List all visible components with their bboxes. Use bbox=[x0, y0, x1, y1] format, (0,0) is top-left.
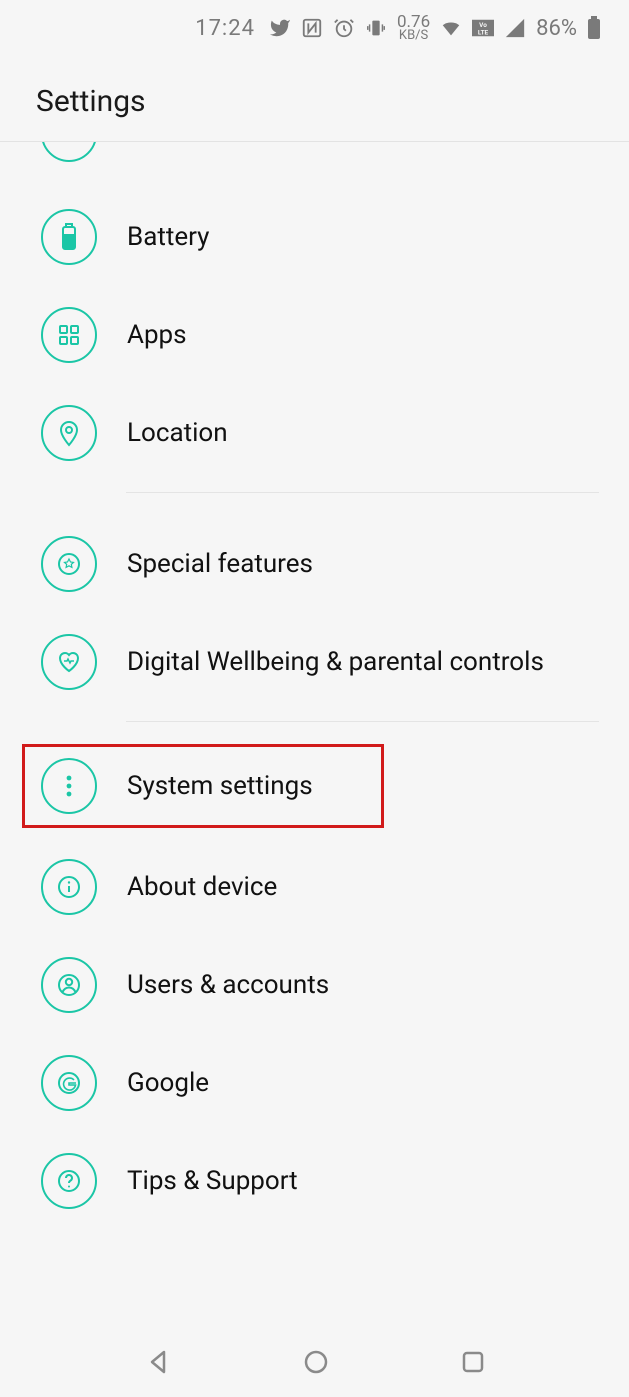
settings-item-label: Apps bbox=[127, 320, 187, 350]
settings-item-label: Special features bbox=[127, 549, 313, 579]
location-icon bbox=[41, 405, 97, 461]
user-icon bbox=[41, 957, 97, 1013]
settings-item-label: Tips & Support bbox=[127, 1166, 298, 1196]
info-icon bbox=[41, 859, 97, 915]
settings-item-about-device[interactable]: About device bbox=[0, 838, 629, 936]
status-bar: 17:24 0.76 KB/S VoLTE 86% bbox=[0, 0, 629, 56]
battery-icon bbox=[587, 16, 601, 40]
settings-item-label: System settings bbox=[127, 771, 313, 801]
settings-item-location[interactable]: Location bbox=[0, 384, 629, 482]
settings-item-battery[interactable]: Battery bbox=[0, 188, 629, 286]
navigation-bar bbox=[0, 1327, 629, 1397]
settings-item-special-features[interactable]: Special features bbox=[0, 515, 629, 613]
twitter-icon bbox=[269, 17, 291, 39]
settings-item-label: Location bbox=[127, 418, 228, 448]
settings-list: Battery Apps Location Special features bbox=[0, 142, 629, 1230]
nfc-icon bbox=[301, 17, 323, 39]
settings-item-label: Battery bbox=[127, 222, 209, 252]
settings-item-system-settings[interactable]: System settings bbox=[22, 744, 384, 828]
apps-icon bbox=[41, 307, 97, 363]
status-time: 17:24 bbox=[195, 16, 255, 41]
google-icon bbox=[41, 1055, 97, 1111]
volte-icon: VoLTE bbox=[472, 19, 494, 37]
settings-item-label: Google bbox=[127, 1068, 209, 1098]
settings-item-label: About device bbox=[127, 872, 277, 902]
battery-percent: 86% bbox=[536, 16, 577, 41]
settings-item-label: Digital Wellbeing & parental controls bbox=[127, 647, 544, 677]
page-title: Settings bbox=[36, 84, 593, 119]
previous-item-peek bbox=[0, 142, 629, 166]
heart-icon bbox=[41, 634, 97, 690]
settings-item-label: Users & accounts bbox=[127, 970, 329, 1000]
nav-recent-button[interactable] bbox=[460, 1349, 486, 1375]
svg-text:LTE: LTE bbox=[478, 28, 489, 36]
signal-icon bbox=[504, 17, 526, 39]
settings-item-users-accounts[interactable]: Users & accounts bbox=[0, 936, 629, 1034]
vibrate-icon bbox=[365, 17, 387, 39]
more-vertical-icon bbox=[41, 758, 97, 814]
star-badge-icon bbox=[41, 536, 97, 592]
wifi-icon bbox=[440, 17, 462, 39]
battery-icon bbox=[41, 209, 97, 265]
help-icon bbox=[41, 1153, 97, 1209]
settings-item-apps[interactable]: Apps bbox=[0, 286, 629, 384]
settings-header: Settings bbox=[0, 56, 629, 142]
settings-item-google[interactable]: Google bbox=[0, 1034, 629, 1132]
alarm-icon bbox=[333, 17, 355, 39]
network-speed: 0.76 KB/S bbox=[397, 15, 430, 42]
nav-home-button[interactable] bbox=[302, 1348, 330, 1376]
settings-item-digital-wellbeing[interactable]: Digital Wellbeing & parental controls bbox=[0, 613, 629, 711]
settings-item-tips-support[interactable]: Tips & Support bbox=[0, 1132, 629, 1230]
nav-back-button[interactable] bbox=[144, 1348, 172, 1376]
